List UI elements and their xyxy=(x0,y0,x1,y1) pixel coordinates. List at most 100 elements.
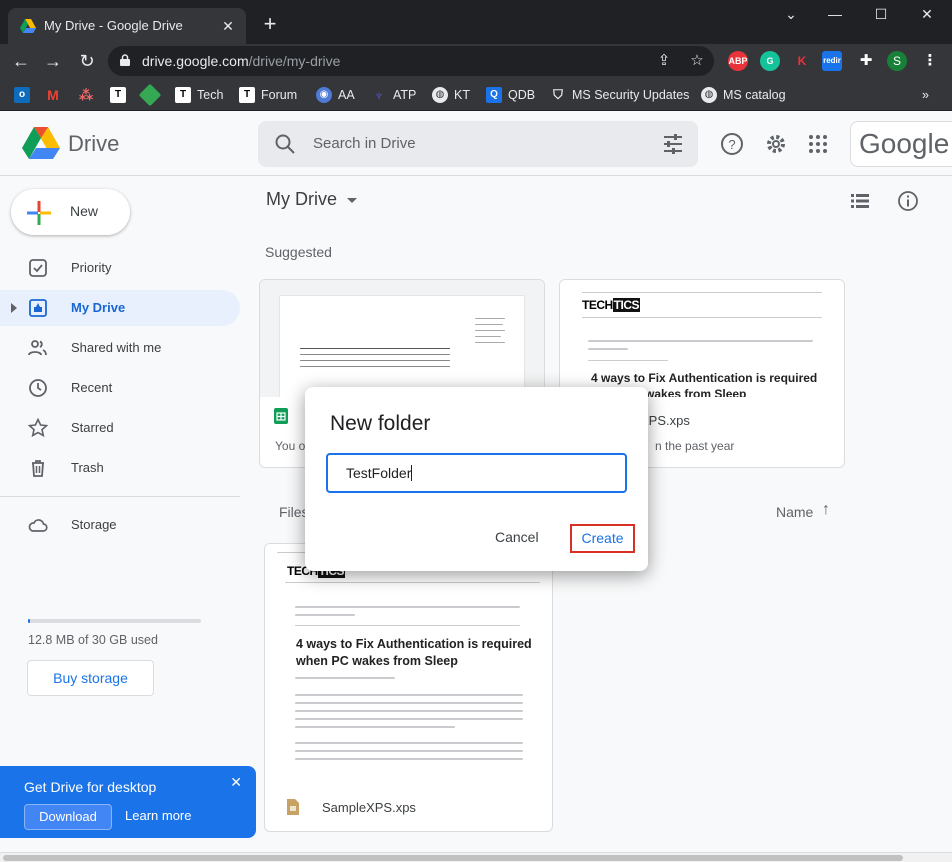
preview-line xyxy=(475,330,505,331)
k-extension-icon[interactable]: K xyxy=(792,51,812,71)
file-name: SampleXPS.xps xyxy=(322,800,416,815)
bookmark-aa[interactable]: ◉ AA xyxy=(316,85,355,105)
sidebar-item-my-drive[interactable]: My Drive xyxy=(0,290,240,326)
bookmark-gmail[interactable]: M xyxy=(45,85,61,105)
sidebar-item-shared[interactable]: Shared with me xyxy=(0,330,240,366)
file-card[interactable]: TECHTICS 4 ways to Fix Authentication is… xyxy=(264,543,553,832)
sidebar-item-storage[interactable]: Storage xyxy=(0,507,240,543)
search-placeholder: Search in Drive xyxy=(313,135,416,152)
more-bookmarks-icon[interactable]: » xyxy=(922,85,929,105)
bookmark-asana[interactable]: ⁂ xyxy=(78,85,94,105)
bookmark-atp[interactable]: ♆ ATP xyxy=(371,85,417,105)
download-button[interactable]: Download xyxy=(24,804,112,830)
page-title[interactable]: My Drive xyxy=(266,189,337,210)
input-text: TestFolder xyxy=(346,465,412,481)
close-window-icon[interactable]: ✕ xyxy=(904,6,950,26)
share-icon[interactable]: ⇪ xyxy=(655,52,673,70)
t-icon: T xyxy=(110,87,126,103)
url-host: drive.google.com xyxy=(142,53,249,69)
learn-more-link[interactable]: Learn more xyxy=(125,808,191,823)
extensions-puzzle-icon[interactable]: ✚ xyxy=(856,51,876,71)
bookmark-label: ATP xyxy=(393,88,417,102)
bookmark-ms-catalog[interactable]: ◍ MS catalog xyxy=(701,85,786,105)
expand-caret-icon[interactable] xyxy=(11,303,17,313)
apps-grid-icon[interactable] xyxy=(806,132,830,156)
folder-name-input[interactable]: TestFolder xyxy=(326,453,627,493)
grammarly-extension-icon[interactable]: G xyxy=(760,51,780,71)
preview-line xyxy=(475,318,505,319)
back-icon[interactable]: ← xyxy=(10,50,32,72)
sheet-preview xyxy=(280,296,524,397)
bookmark-label: MS Security Updates xyxy=(572,88,690,102)
bookmark-kt[interactable]: ◍ KT xyxy=(432,85,470,105)
my-drive-icon xyxy=(29,299,47,317)
bookmark-t[interactable]: T xyxy=(110,85,126,105)
new-button-label: New xyxy=(70,203,99,219)
help-icon[interactable]: ? xyxy=(720,132,744,156)
preview-line xyxy=(588,348,628,350)
redirect-extension-icon[interactable]: redir xyxy=(822,51,842,71)
preview-line xyxy=(295,625,520,626)
reload-icon[interactable]: ↻ xyxy=(76,50,98,72)
sidebar-item-recent[interactable]: Recent xyxy=(0,370,240,406)
maximize-icon[interactable]: ☐ xyxy=(858,6,904,26)
priority-check-icon xyxy=(29,259,47,277)
sidebar-item-trash[interactable]: Trash xyxy=(0,450,240,486)
bookmark-label: Forum xyxy=(261,88,298,102)
search-icon[interactable] xyxy=(274,133,296,155)
google-wordmark: Google xyxy=(859,128,950,159)
bookmark-green[interactable] xyxy=(138,83,162,107)
preview-line xyxy=(295,742,523,744)
bookmark-outlook[interactable]: o xyxy=(14,85,30,105)
buy-storage-button[interactable]: Buy storage xyxy=(27,660,154,696)
bookmark-qdb[interactable]: Q QDB xyxy=(486,85,535,105)
bookmark-forum[interactable]: T Forum xyxy=(239,85,297,105)
new-tab-button[interactable]: + xyxy=(258,12,282,36)
browser-menu-icon[interactable]: ⋮ xyxy=(920,51,940,71)
sort-by-name[interactable]: Name xyxy=(776,504,813,520)
bookmarks-bar: o M ⁂ T T Tech T Forum ◉ AA ♆ ATP ◍ KT Q QDB ⛉… xyxy=(0,78,952,111)
close-tab-icon[interactable]: ✕ xyxy=(218,16,238,36)
sidebar-item-starred[interactable]: Starred xyxy=(0,410,240,446)
address-bar[interactable]: drive.google.com/drive/my-drive ⇪ ☆ xyxy=(108,46,714,76)
star-bookmark-icon[interactable]: ☆ xyxy=(688,52,706,70)
folder-name-value: TestFolder xyxy=(346,465,413,481)
asana-icon: ⁂ xyxy=(78,87,94,103)
preview-line xyxy=(295,702,523,704)
tab-search-icon[interactable]: ⌄ xyxy=(768,6,814,26)
preview-line xyxy=(295,750,523,752)
cancel-button[interactable]: Cancel xyxy=(495,529,539,545)
new-button[interactable]: New xyxy=(11,189,130,235)
storage-usage-text: 12.8 MB of 30 GB used xyxy=(28,633,158,647)
bookmark-tech[interactable]: T Tech xyxy=(175,85,223,105)
info-icon[interactable] xyxy=(897,190,919,212)
sidebar-item-priority[interactable]: Priority xyxy=(0,250,240,286)
url-path: /drive/my-drive xyxy=(248,53,341,69)
profile-avatar[interactable]: S xyxy=(887,51,907,71)
scrollbar-thumb[interactable] xyxy=(3,855,903,861)
preview-line xyxy=(300,360,450,361)
forum-icon: T xyxy=(239,87,255,103)
horizontal-scrollbar[interactable] xyxy=(0,852,952,862)
minimize-icon[interactable]: — xyxy=(812,6,858,26)
create-button[interactable]: Create xyxy=(570,524,635,553)
preview-line xyxy=(295,694,523,696)
text-cursor xyxy=(411,465,413,481)
browser-tab[interactable]: My Drive - Google Drive ✕ xyxy=(8,8,246,44)
sort-ascending-icon[interactable]: ↑ xyxy=(822,501,830,519)
globe-icon: ◍ xyxy=(701,87,717,103)
cloud-icon xyxy=(28,519,48,532)
google-account-badge[interactable]: Google xyxy=(850,121,952,167)
adblock-extension-icon[interactable]: ABP xyxy=(728,51,748,71)
search-options-icon[interactable] xyxy=(662,133,684,155)
bookmark-ms-security[interactable]: ⛉ MS Security Updates xyxy=(550,85,689,105)
close-icon[interactable]: ✕ xyxy=(230,774,242,791)
chevron-down-icon[interactable] xyxy=(347,198,357,203)
settings-gear-icon[interactable] xyxy=(764,132,788,156)
bookmark-label: Tech xyxy=(197,88,224,102)
search-input[interactable]: Search in Drive xyxy=(258,121,698,167)
storage-progress-fill xyxy=(28,619,30,623)
forward-icon[interactable]: → xyxy=(42,50,64,72)
list-view-icon[interactable] xyxy=(849,190,871,212)
preview-line xyxy=(295,606,520,608)
